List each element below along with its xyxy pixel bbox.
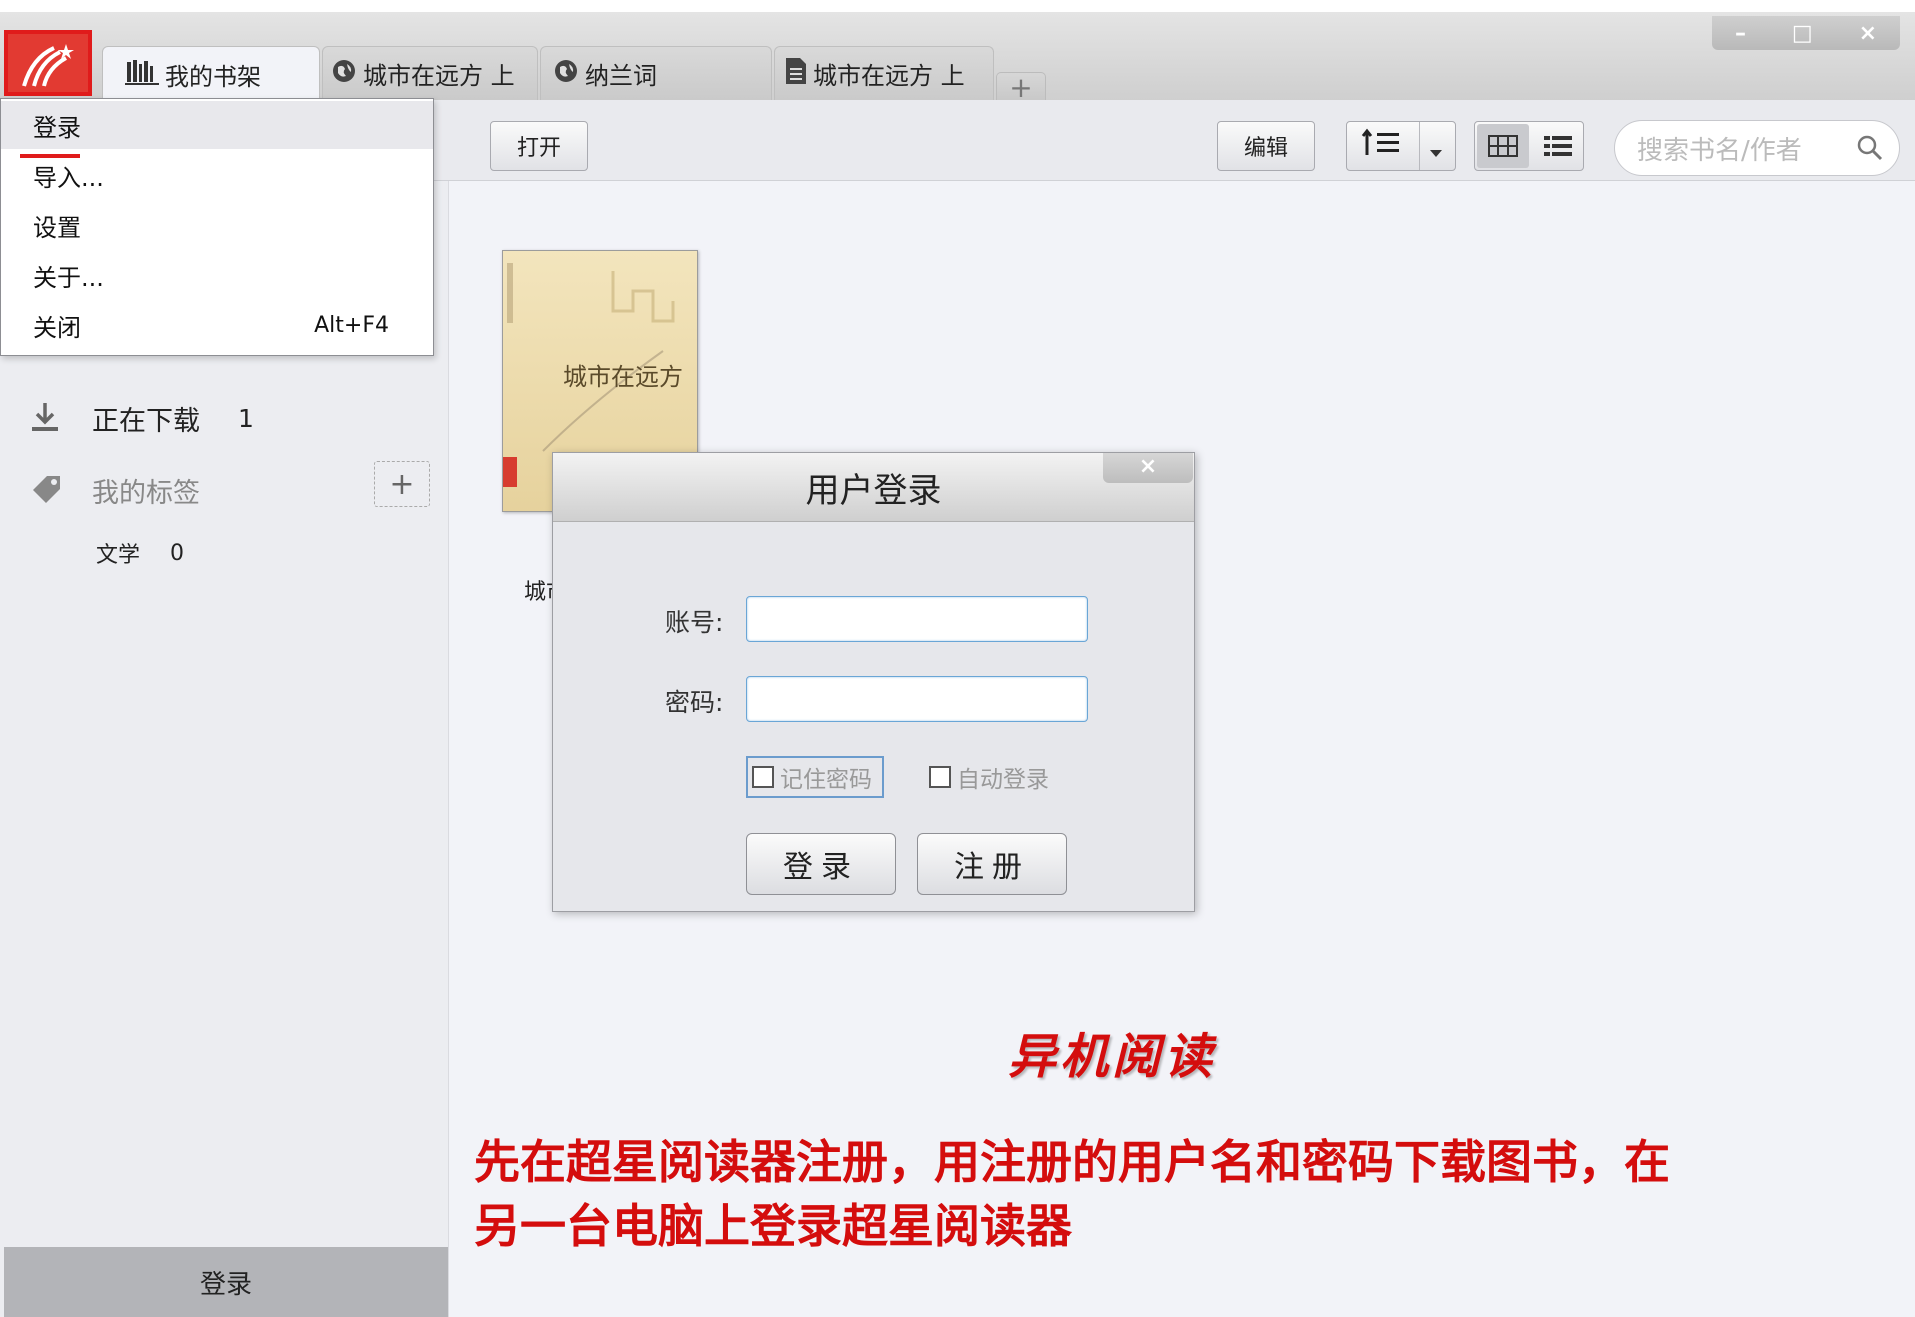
menu-item-about[interactable]: 关于... — [1, 251, 433, 299]
annotation-line: 另一台电脑上登录超星阅读器 — [474, 1199, 1072, 1253]
sidebar-item-my-tags[interactable]: 我的标签 — [32, 471, 200, 510]
menu-item-label: 登录 — [33, 113, 81, 142]
sort-list-icon — [1361, 128, 1405, 164]
menu-item-label: 设置 — [33, 213, 81, 242]
menu-item-label: 关于... — [33, 263, 104, 292]
globe-icon — [331, 58, 357, 90]
view-toggle — [1474, 121, 1584, 171]
checkbox-label: 记住密码 — [780, 767, 872, 793]
annotation-title: 异机阅读 — [1008, 1029, 1217, 1085]
app-menu-button[interactable] — [4, 30, 92, 96]
tab-my-bookshelf[interactable]: 我的书架 — [102, 46, 320, 102]
annotation-text: 先在超星阅读器注册，用注册的用户名和密码下载图书，在 另一台电脑上登录超星阅读器 — [474, 1130, 1894, 1258]
chevron-down-icon — [1429, 140, 1443, 165]
bookshelf-icon — [125, 58, 159, 92]
register-button[interactable]: 注册 — [917, 833, 1067, 895]
account-label: 账号: — [665, 608, 724, 637]
download-icon — [30, 401, 60, 437]
password-label: 密码: — [665, 688, 724, 717]
close-window-icon[interactable]: × — [1859, 21, 1877, 46]
auto-login-checkbox[interactable]: 自动登录 — [929, 760, 1049, 794]
sidebar-item-label: 我的标签 — [92, 478, 200, 509]
checkbox-label: 自动登录 — [957, 767, 1049, 793]
login-dialog: 用户登录 × 账号: 密码: 记住密码 自动登录 登录 注册 — [552, 452, 1195, 912]
tab-bar: 我的书架 城市在远方 上 纳兰词 城市在远方 上 + – □ × — [0, 12, 1915, 103]
sidebar-item-downloading[interactable]: 正在下载 1 — [30, 399, 254, 438]
menu-item-label: 导入... — [33, 163, 104, 192]
tag-item-count: 0 — [170, 540, 185, 566]
app-menu: 登录 导入... 设置 关于... 关闭 Alt+F4 — [0, 98, 434, 356]
globe-icon — [553, 58, 579, 90]
download-count: 1 — [238, 404, 254, 433]
open-button[interactable]: 打开 — [490, 121, 588, 171]
menu-item-login[interactable]: 登录 — [1, 101, 433, 149]
window-controls: – □ × — [1712, 16, 1900, 50]
dialog-title: 用户登录 — [553, 453, 1194, 522]
tab-book-1[interactable]: 城市在远方 上 — [322, 46, 538, 100]
menu-item-close[interactable]: 关闭 Alt+F4 — [1, 301, 433, 349]
grid-view-icon[interactable] — [1477, 124, 1529, 168]
list-view-icon[interactable] — [1535, 124, 1581, 168]
menu-item-settings[interactable]: 设置 — [1, 201, 433, 249]
add-tag-button[interactable]: + — [374, 461, 430, 507]
dropdown-divider — [1419, 122, 1420, 170]
book-cover-title: 城市在远方 — [563, 363, 683, 391]
tab-book-3[interactable]: 城市在远方 上 — [774, 46, 994, 100]
dialog-close-icon[interactable]: × — [1103, 453, 1193, 483]
new-tab-button[interactable]: + — [996, 72, 1046, 103]
tag-item[interactable]: 文学 0 — [96, 537, 184, 569]
menu-item-import[interactable]: 导入... — [1, 151, 433, 199]
tab-label: 纳兰词 — [585, 62, 657, 90]
password-field[interactable] — [746, 676, 1088, 722]
login-highlight-underline — [20, 154, 80, 158]
account-field[interactable] — [746, 596, 1088, 642]
edit-button[interactable]: 编辑 — [1217, 121, 1315, 171]
tab-label: 我的书架 — [165, 63, 261, 91]
search-placeholder: 搜索书名/作者 — [1637, 135, 1802, 166]
checkbox-box — [752, 766, 774, 788]
checkbox-box — [929, 766, 951, 788]
sidebar-item-label: 正在下载 — [92, 406, 200, 437]
document-icon — [785, 57, 807, 91]
annotation-line: 先在超星阅读器注册，用注册的用户名和密码下载图书，在 — [474, 1135, 1670, 1189]
sidebar-login-button[interactable]: 登录 — [4, 1247, 448, 1317]
reader-window: 我的书架 城市在远方 上 纳兰词 城市在远方 上 + – □ × 打开 编辑 搜… — [0, 12, 1915, 1317]
search-input[interactable]: 搜索书名/作者 — [1614, 120, 1900, 176]
tab-label: 城市在远方 上 — [813, 62, 965, 90]
tag-icon — [32, 474, 62, 508]
menu-shortcut: Alt+F4 — [314, 312, 389, 338]
chaoxing-logo-icon — [22, 44, 74, 87]
search-icon[interactable] — [1855, 133, 1885, 170]
tab-label: 城市在远方 上 — [363, 62, 515, 90]
tag-item-label: 文学 — [96, 543, 141, 568]
login-button[interactable]: 登录 — [746, 833, 896, 895]
tab-book-2[interactable]: 纳兰词 — [540, 46, 772, 100]
minimize-icon[interactable]: – — [1735, 21, 1746, 46]
sort-dropdown[interactable] — [1346, 121, 1456, 171]
menu-item-label: 关闭 — [33, 313, 81, 342]
remember-password-checkbox[interactable]: 记住密码 — [746, 756, 884, 798]
maximize-icon[interactable]: □ — [1792, 21, 1813, 46]
